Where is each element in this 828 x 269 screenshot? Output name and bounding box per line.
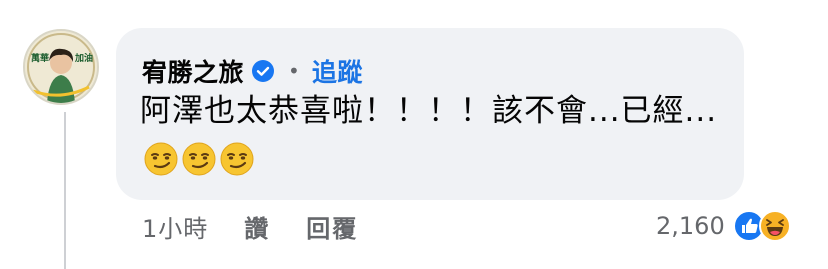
comment-text: 阿澤也太恭喜啦！！！！該不會...已經... bbox=[140, 93, 718, 129]
thread-line bbox=[64, 112, 66, 269]
reactions-summary[interactable]: 2,160 bbox=[656, 208, 791, 244]
smirk-emoji bbox=[220, 142, 254, 175]
reaction-count[interactable]: 2,160 bbox=[656, 212, 725, 240]
like-button[interactable]: 讚 bbox=[244, 209, 270, 244]
avatar-image: 萬華 加油 bbox=[25, 31, 97, 103]
haha-reaction-icon bbox=[758, 210, 791, 242]
emoji-row bbox=[144, 142, 258, 176]
comment-bubble: 宥勝之旅 • 追蹤 阿澤也太恭喜啦！！！！該不會...已經... bbox=[116, 28, 744, 200]
smirk-emoji bbox=[144, 142, 178, 175]
reply-button[interactable]: 回覆 bbox=[306, 209, 358, 244]
verified-badge-icon bbox=[252, 60, 275, 82]
avatar-text-left: 萬華 bbox=[31, 52, 49, 64]
comment-actions: 1小時 讚 回覆 bbox=[142, 208, 358, 244]
comment-header: 宥勝之旅 • 追蹤 bbox=[142, 54, 363, 88]
smirk-emoji bbox=[182, 142, 216, 175]
comment-body: 阿澤也太恭喜啦！！！！該不會...已經... bbox=[140, 88, 730, 180]
author-name[interactable]: 宥勝之旅 bbox=[142, 53, 244, 89]
avatar[interactable]: 萬華 加油 bbox=[23, 29, 99, 105]
timestamp[interactable]: 1小時 bbox=[142, 209, 208, 244]
avatar-text-right: 加油 bbox=[74, 52, 93, 64]
follow-link[interactable]: 追蹤 bbox=[312, 53, 363, 89]
separator-dot: • bbox=[288, 59, 300, 83]
